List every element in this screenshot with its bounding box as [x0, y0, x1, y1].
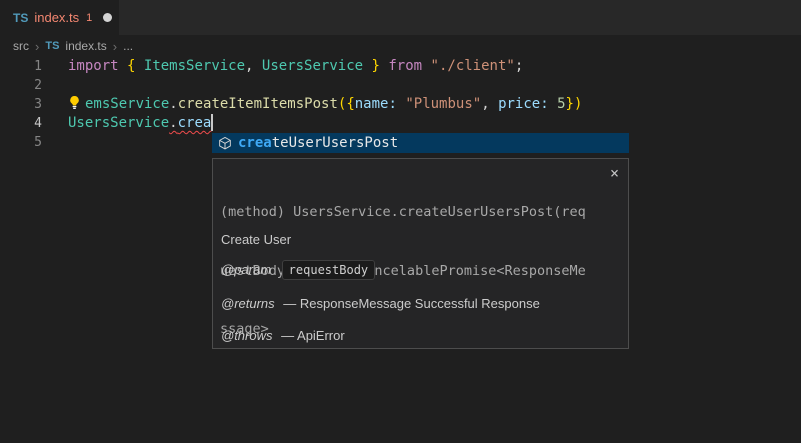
chevron-right-icon: ›: [35, 39, 39, 54]
typescript-file-icon: TS: [13, 11, 28, 25]
code-token: ,: [245, 58, 262, 74]
code-text: emsService.createItemItemsPost({name: "P…: [68, 95, 801, 114]
breadcrumb-symbol-ellipsis[interactable]: ...: [123, 39, 133, 53]
code-token: price:: [498, 96, 549, 112]
code-token: [363, 58, 371, 74]
typescript-file-icon: TS: [45, 40, 59, 52]
suggest-widget: createUserUsersPost (method) UsersServic…: [212, 133, 629, 349]
doc-param-row: @param requestBody: [221, 262, 375, 277]
line-number: 3: [0, 95, 42, 114]
chevron-right-icon: ›: [113, 39, 117, 54]
code-token: "Plumbus": [405, 96, 481, 112]
suggest-label: createUserUsersPost: [238, 133, 398, 153]
close-icon[interactable]: ×: [610, 167, 619, 180]
suggest-match-text: crea: [238, 135, 272, 151]
code-token: crea: [178, 115, 212, 131]
code-token: [135, 58, 143, 74]
param-tag: @param: [221, 262, 271, 277]
throws-text: — ApiError: [281, 328, 345, 343]
code-token: }): [566, 96, 583, 112]
vscode-window: TS index.ts 1 src › TS index.ts › ... 1i…: [0, 0, 801, 443]
code-token: [119, 58, 127, 74]
text-cursor: [211, 114, 213, 131]
param-name-chip: requestBody: [282, 260, 375, 280]
code-token: ,: [481, 96, 498, 112]
code-token: UsersService: [68, 115, 169, 131]
symbol-method-icon: [218, 136, 232, 150]
line-number: 4: [0, 114, 42, 133]
returns-text: — ResponseMessage Successful Response: [283, 296, 540, 311]
doc-throws-row: @throws — ApiError: [221, 328, 345, 343]
tab-bar: TS index.ts 1: [0, 0, 801, 35]
suggest-docs-panel: (method) UsersService.createUserUsersPos…: [212, 158, 629, 349]
line-number: 5: [0, 133, 42, 152]
code-token: 5: [557, 96, 565, 112]
code-line[interactable]: 4 UsersService.crea: [0, 114, 801, 133]
code-token: "./client": [431, 58, 515, 74]
suggest-rest-text: teUserUsersPost: [272, 135, 398, 151]
code-token: .: [169, 115, 177, 131]
breadcrumb-folder[interactable]: src: [13, 39, 29, 53]
code-line[interactable]: 2: [0, 76, 801, 95]
code-token: .: [169, 96, 177, 112]
tab-filename: index.ts: [34, 10, 79, 25]
code-token: import: [68, 58, 119, 74]
returns-tag: @returns: [221, 296, 275, 311]
code-text: UsersService.crea: [68, 114, 801, 133]
code-token: [549, 96, 557, 112]
breadcrumb: src › TS index.ts › ...: [0, 35, 801, 57]
line-number: 2: [0, 76, 42, 95]
doc-returns-row: @returns — ResponseMessage Successful Re…: [221, 296, 540, 311]
suggest-item-createUserUsersPost[interactable]: createUserUsersPost: [212, 133, 629, 153]
code-token: ;: [515, 58, 523, 74]
tab-index-ts[interactable]: TS index.ts 1: [0, 0, 119, 35]
code-token: }: [372, 58, 380, 74]
modified-dot-icon[interactable]: [103, 13, 112, 22]
code-token: ItemsService: [144, 58, 245, 74]
code-token: from: [388, 58, 422, 74]
lightbulb-icon[interactable]: [68, 95, 85, 110]
code-token: UsersService: [262, 58, 363, 74]
code-token: createItemItemsPost: [178, 96, 338, 112]
throws-tag: @throws: [221, 328, 273, 343]
code-token: ({: [338, 96, 355, 112]
code-line[interactable]: 1 import { ItemsService, UsersService } f…: [0, 57, 801, 76]
signature-line: (method) UsersService.createUserUsersPos…: [220, 203, 602, 223]
tab-error-count-badge: 1: [86, 12, 92, 24]
code-token: emsService: [85, 96, 169, 112]
line-number: 1: [0, 57, 42, 76]
code-token: [422, 58, 430, 74]
doc-description: Create User: [221, 232, 291, 247]
breadcrumb-file[interactable]: index.ts: [65, 39, 106, 53]
code-line[interactable]: 3 emsService.createItemItemsPost({name: "…: [0, 95, 801, 114]
code-token: name:: [355, 96, 397, 112]
code-text: import { ItemsService, UsersService } fr…: [68, 57, 801, 76]
